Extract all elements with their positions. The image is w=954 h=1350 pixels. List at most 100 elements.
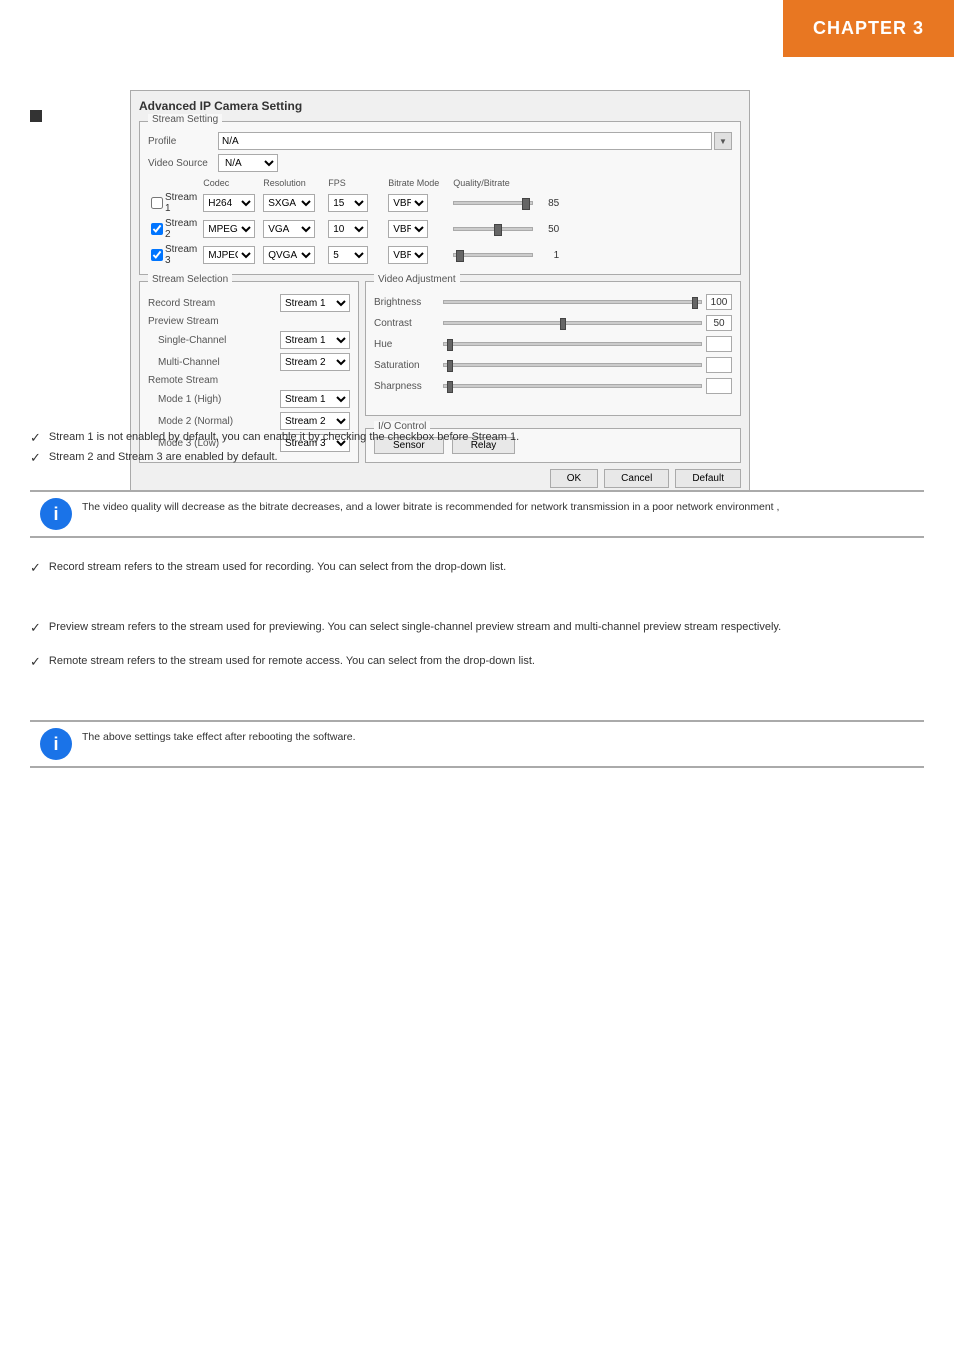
single-channel-select[interactable]: Stream 1 [280, 331, 350, 349]
multi-channel-select[interactable]: Stream 2 [280, 353, 350, 371]
stream2-codec-select[interactable]: MPEG4 [203, 220, 255, 238]
stream1-checkbox[interactable] [151, 197, 163, 209]
ok-button[interactable]: OK [550, 469, 598, 488]
contrast-slider[interactable] [443, 321, 702, 325]
sharpness-slider[interactable] [443, 384, 702, 388]
stream2-quality-slider[interactable] [453, 227, 533, 231]
col-fps: FPS [325, 176, 385, 190]
dialog-action-buttons: OK Cancel Default [139, 469, 741, 488]
bullet-text-5: Remote stream refers to the stream used … [49, 654, 535, 669]
dialog-title: Advanced IP Camera Setting [139, 99, 741, 113]
contrast-value: 50 [706, 315, 732, 331]
mode1-row: Mode 1 (High) Stream 1 [148, 390, 350, 408]
stream3-row: Stream 3 MJPEG QVGA [148, 242, 732, 268]
section-bullet-icon [30, 110, 42, 122]
info-text-2: The above settings take effect after reb… [82, 728, 356, 746]
stream2-checkbox[interactable] [151, 223, 163, 235]
stream1-checkbox-label[interactable]: Stream 1 [151, 192, 197, 214]
hue-row: Hue [374, 336, 732, 352]
stream3-codec-select[interactable]: MJPEG [203, 246, 255, 264]
multi-channel-row: Multi-Channel Stream 2 [148, 353, 350, 371]
stream2-resolution-select[interactable]: VGA [263, 220, 315, 238]
stream3-checkbox[interactable] [151, 249, 163, 261]
stream3-checkbox-label[interactable]: Stream 3 [151, 244, 197, 266]
mode2-row: Mode 2 (Normal) Stream 2 [148, 412, 350, 430]
hue-slider[interactable] [443, 342, 702, 346]
bullets-section-3: ✓ Preview stream refers to the stream us… [30, 620, 781, 673]
stream-table: Codec Resolution FPS Bitrate Mode Qualit… [148, 176, 732, 268]
default-button[interactable]: Default [675, 469, 741, 488]
bullet-item-2: ✓ Stream 2 and Stream 3 are enabled by d… [30, 450, 519, 466]
info-icon-1: i [40, 498, 72, 530]
stream-setting-label: Stream Setting [148, 114, 222, 125]
profile-label: Profile [148, 136, 218, 147]
stream3-quality-slider[interactable] [453, 253, 533, 257]
chapter-header: CHAPTER 3 [783, 0, 954, 57]
video-source-select[interactable]: N/A [218, 154, 278, 172]
checkmark-3: ✓ [30, 560, 41, 576]
profile-dropdown-arrow: ▼ [719, 137, 727, 146]
cancel-button[interactable]: Cancel [604, 469, 669, 488]
bullet-item-4: ✓ Preview stream refers to the stream us… [30, 620, 781, 636]
stream3-label: Stream 3 [165, 244, 197, 266]
mode1-select[interactable]: Stream 1 [280, 390, 350, 408]
bullet-item-1: ✓ Stream 1 is not enabled by default, yo… [30, 430, 519, 446]
stream1-resolution-select[interactable]: SXGA [263, 194, 315, 212]
hue-value [706, 336, 732, 352]
video-source-label: Video Source [148, 158, 218, 169]
stream3-quality-cell: 1 [453, 250, 729, 261]
stream2-quality-value: 50 [537, 224, 559, 235]
stream2-quality-cell: 50 [453, 224, 729, 235]
stream2-fps-select[interactable]: 10 [328, 220, 368, 238]
stream1-quality-slider[interactable] [453, 201, 533, 205]
info-box-2: i The above settings take effect after r… [30, 720, 924, 768]
stream2-checkbox-label[interactable]: Stream 2 [151, 218, 197, 240]
saturation-row: Saturation [374, 357, 732, 373]
mode2-select[interactable]: Stream 2 [280, 412, 350, 430]
checkmark-2: ✓ [30, 450, 41, 466]
bullet-text-2: Stream 2 and Stream 3 are enabled by def… [49, 450, 278, 465]
saturation-value [706, 357, 732, 373]
col-resolution: Resolution [260, 176, 325, 190]
sharpness-label: Sharpness [374, 381, 439, 392]
contrast-row: Contrast 50 [374, 315, 732, 331]
profile-dropdown-btn[interactable]: ▼ [714, 132, 732, 150]
single-channel-label: Single-Channel [158, 335, 280, 346]
video-adjustment-section: Video Adjustment Brightness 100 Contrast… [365, 281, 741, 416]
single-channel-row: Single-Channel Stream 1 [148, 331, 350, 349]
video-source-row: Video Source N/A [148, 154, 732, 172]
col-bitrate-mode: Bitrate Mode [385, 176, 450, 190]
video-adjustment-label: Video Adjustment [374, 274, 460, 285]
col-codec: Codec [200, 176, 260, 190]
stream1-fps-select[interactable]: 15 [328, 194, 368, 212]
checkmark-1: ✓ [30, 430, 41, 446]
multi-channel-label: Multi-Channel [158, 357, 280, 368]
stream1-row: Stream 1 H264 SXGA [148, 190, 732, 216]
stream2-row: Stream 2 MPEG4 VGA [148, 216, 732, 242]
stream3-fps-select[interactable]: 5 [328, 246, 368, 264]
stream1-codec-select[interactable]: H264 [203, 194, 255, 212]
saturation-slider[interactable] [443, 363, 702, 367]
profile-row: Profile ▼ [148, 132, 732, 150]
sharpness-row: Sharpness [374, 378, 732, 394]
profile-input[interactable] [218, 132, 712, 150]
record-stream-row: Record Stream Stream 1 [148, 294, 350, 312]
record-stream-label: Record Stream [148, 298, 280, 309]
brightness-value: 100 [706, 294, 732, 310]
stream3-resolution-select[interactable]: QVGA [263, 246, 315, 264]
remote-stream-row: Remote Stream [148, 375, 350, 386]
bullet-item-3: ✓ Record stream refers to the stream use… [30, 560, 506, 576]
brightness-slider[interactable] [443, 300, 702, 304]
stream1-bitrate-select[interactable]: VBR [388, 194, 428, 212]
record-stream-select[interactable]: Stream 1 [280, 294, 350, 312]
sharpness-value [706, 378, 732, 394]
mode1-label: Mode 1 (High) [158, 394, 280, 405]
stream2-bitrate-select[interactable]: VBR [388, 220, 428, 238]
info-text-1: The video quality will decrease as the b… [82, 498, 779, 516]
bullets-section-1: ✓ Stream 1 is not enabled by default, yo… [30, 430, 519, 469]
info-box-1: i The video quality will decrease as the… [30, 490, 924, 538]
brightness-row: Brightness 100 [374, 294, 732, 310]
mode2-label: Mode 2 (Normal) [158, 416, 280, 427]
preview-stream-row: Preview Stream [148, 316, 350, 327]
stream3-bitrate-select[interactable]: VBR [388, 246, 428, 264]
